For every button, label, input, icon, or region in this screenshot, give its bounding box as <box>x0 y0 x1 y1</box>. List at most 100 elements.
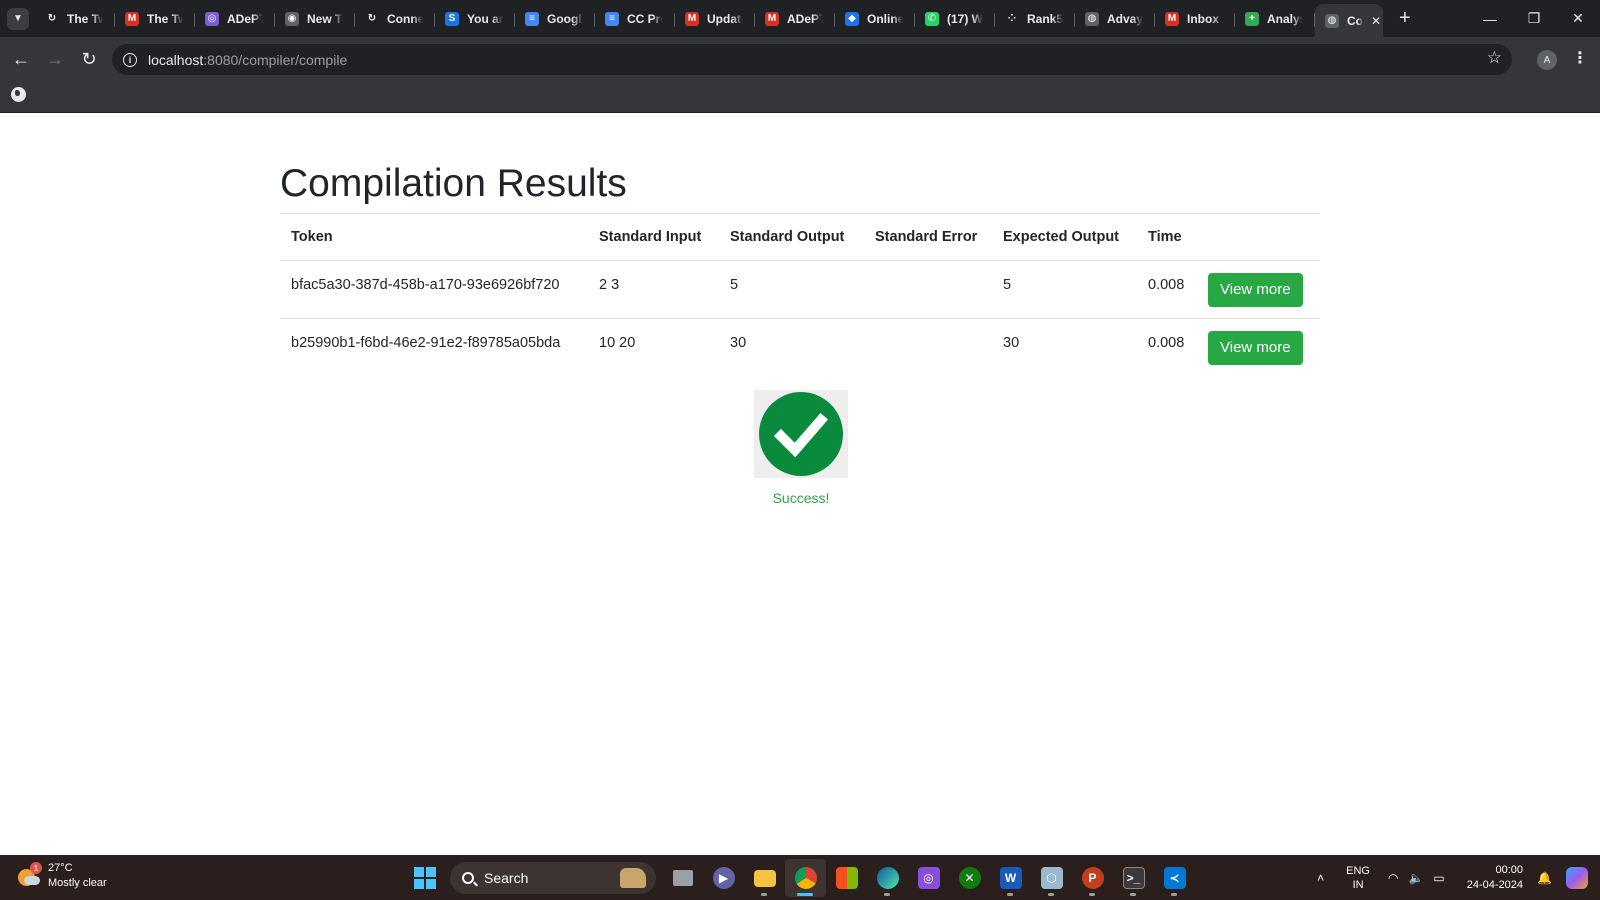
browser-tab[interactable]: ⁘ Rank5 <box>995 4 1075 34</box>
cell-token: bfac5a30-387d-458b-a170-93e6926bf720 <box>280 260 588 320</box>
browser-tab[interactable]: + Analys <box>1235 4 1315 34</box>
google-docs-icon: ≡ <box>525 11 539 26</box>
success-indicator: Success! <box>754 390 848 506</box>
results-table: Token Standard Input Standard Output Sta… <box>280 213 1320 377</box>
terminal-icon[interactable]: >_ <box>1113 859 1154 897</box>
battery-icon[interactable]: ▭ <box>1433 871 1444 885</box>
chrome-taskbar-icon[interactable] <box>785 859 826 897</box>
reload-icon: ↻ <box>81 48 97 69</box>
tab-title: The Tw <box>147 11 183 26</box>
browser-tab[interactable]: M ADePT <box>755 4 835 34</box>
weather-widget[interactable]: 1 27°C Mostly clear <box>16 861 107 891</box>
browser-tab[interactable]: M Inbox ( <box>1155 4 1235 34</box>
url-text[interactable]: localhost:8080/compiler/compile <box>148 52 347 68</box>
success-message: Success! <box>772 490 830 506</box>
globe-icon[interactable] <box>11 87 26 102</box>
xbox-icon[interactable]: ✕ <box>949 859 990 897</box>
browser-tab[interactable]: ≡ CC Pro <box>595 4 675 34</box>
browser-tab[interactable]: ↻ Conne <box>355 4 435 34</box>
browser-tab[interactable]: M Update <box>675 4 755 34</box>
restore-button[interactable]: ❐ <box>1512 0 1556 37</box>
address-bar[interactable]: i localhost:8080/compiler/compile ☆ <box>112 44 1512 75</box>
cell-stdin: 10 20 <box>599 335 636 352</box>
view-more-button[interactable]: View more <box>1208 273 1303 308</box>
virtualbox-icon[interactable]: ⬡ <box>1031 859 1072 897</box>
edge-icon[interactable] <box>867 859 908 897</box>
browser-tab[interactable]: ≡ Google <box>515 4 595 34</box>
url-path: :8080/compiler/compile <box>203 51 348 68</box>
clock-date: 24-04-2024 <box>1466 878 1524 891</box>
back-button[interactable]: ← <box>4 42 38 76</box>
profile-avatar[interactable]: A <box>1537 50 1557 70</box>
whatsapp-icon: ✆ <box>925 11 939 26</box>
word-icon[interactable]: W <box>990 859 1031 897</box>
globe-icon: ◍ <box>1085 11 1099 26</box>
close-window-button[interactable]: ✕ <box>1556 0 1600 37</box>
cell-stdout: 5 <box>719 260 864 320</box>
browser-tab[interactable]: ◎ ADePT <box>195 4 275 34</box>
cell-actions: View more <box>1197 260 1320 320</box>
browser-tab[interactable]: S You are <box>435 4 515 34</box>
windows-taskbar: 1 27°C Mostly clear Search ▶ ◎ ✕ W ⬡ P >… <box>0 855 1600 900</box>
table-row: b25990b1-f6bd-46e2-91e2-f89785a05bda 10 … <box>280 319 1320 377</box>
browser-tab[interactable]: M The Tw <box>115 4 195 34</box>
tab-title: The Tw <box>67 11 103 26</box>
browser-tab[interactable]: ✆ (17) W <box>915 4 995 34</box>
site-info-icon[interactable]: i <box>123 52 137 67</box>
checkmark-icon <box>759 392 843 476</box>
tab-title: Conne <box>387 11 423 26</box>
browser-tab-active[interactable]: ◍ Co ✕ <box>1315 4 1383 37</box>
cell-stderr <box>864 260 992 320</box>
volume-icon[interactable]: 🔈 <box>1408 871 1423 885</box>
weather-temp: 27°C <box>48 862 73 874</box>
wifi-icon[interactable]: ◠ <box>1388 871 1398 885</box>
new-tab-button[interactable]: + <box>1399 7 1411 30</box>
tab-title: Inbox ( <box>1187 11 1223 26</box>
cell-expected: 5 <box>992 260 1137 320</box>
s-logo-icon: S <box>445 11 459 26</box>
taskbar-clock[interactable]: 00:00 24-04-2024 <box>1467 863 1523 893</box>
url-host: localhost <box>148 51 204 68</box>
teams-chat-icon[interactable]: ▶ <box>703 859 744 897</box>
copilot-icon[interactable] <box>1566 866 1588 889</box>
table-row: bfac5a30-387d-458b-a170-93e6926bf720 2 3… <box>280 260 1320 320</box>
tab-title: Google <box>547 11 583 26</box>
checkmark-glyph <box>773 412 829 458</box>
notification-bell-icon[interactable]: 🔔 <box>1537 871 1552 885</box>
chevron-up-icon[interactable]: ˄ <box>1317 871 1324 885</box>
browser-tab[interactable]: ↻ The Tw <box>35 4 115 34</box>
google-docs-icon: ≡ <box>605 11 619 26</box>
browser-tab[interactable]: ◆ Online <box>835 4 915 34</box>
podcast-app-icon[interactable]: ◎ <box>908 859 949 897</box>
taskbar-search[interactable]: Search <box>450 862 656 894</box>
view-more-button[interactable]: View more <box>1208 331 1303 366</box>
more-menu-icon[interactable]: ⋮ <box>1572 48 1588 68</box>
bookmark-star-icon[interactable]: ☆ <box>1487 48 1502 68</box>
vscode-icon[interactable]: ≺ <box>1154 859 1195 897</box>
file-explorer-icon[interactable] <box>744 859 785 897</box>
refresh-circle-icon: ↻ <box>45 11 59 26</box>
windows-start-icon[interactable] <box>414 867 436 889</box>
tab-title: New Te <box>307 11 343 26</box>
page-content: Compilation Results Token Standard Input… <box>0 113 1600 855</box>
browser-tab[interactable]: ◉ New Te <box>275 4 355 34</box>
minimize-button[interactable]: — <box>1468 0 1512 37</box>
weather-text: 27°C Mostly clear <box>48 861 107 891</box>
language-indicator[interactable]: ENG IN <box>1346 864 1370 892</box>
column-header-stdin: Standard Input <box>588 213 719 262</box>
reload-button[interactable]: ↻ <box>72 42 106 76</box>
tab-title: CC Pro <box>627 11 663 26</box>
column-header-stdout: Standard Output <box>719 213 864 262</box>
search-highlight-icon <box>620 868 646 888</box>
task-view-icon[interactable] <box>662 859 703 897</box>
browser-tab[interactable]: ◍ Advay <box>1075 4 1155 34</box>
column-header-actions <box>1197 213 1320 262</box>
powerpoint-icon[interactable]: P <box>1072 859 1113 897</box>
tab-title: Analys <box>1267 11 1303 26</box>
gmail-icon: M <box>1165 11 1179 26</box>
microsoft-store-icon[interactable] <box>826 859 867 897</box>
forward-button[interactable]: → <box>38 42 72 76</box>
tab-search-button[interactable]: ▼ <box>7 7 29 30</box>
close-tab-icon[interactable]: ✕ <box>1371 14 1381 28</box>
cell-time: 0.008 <box>1148 335 1185 352</box>
